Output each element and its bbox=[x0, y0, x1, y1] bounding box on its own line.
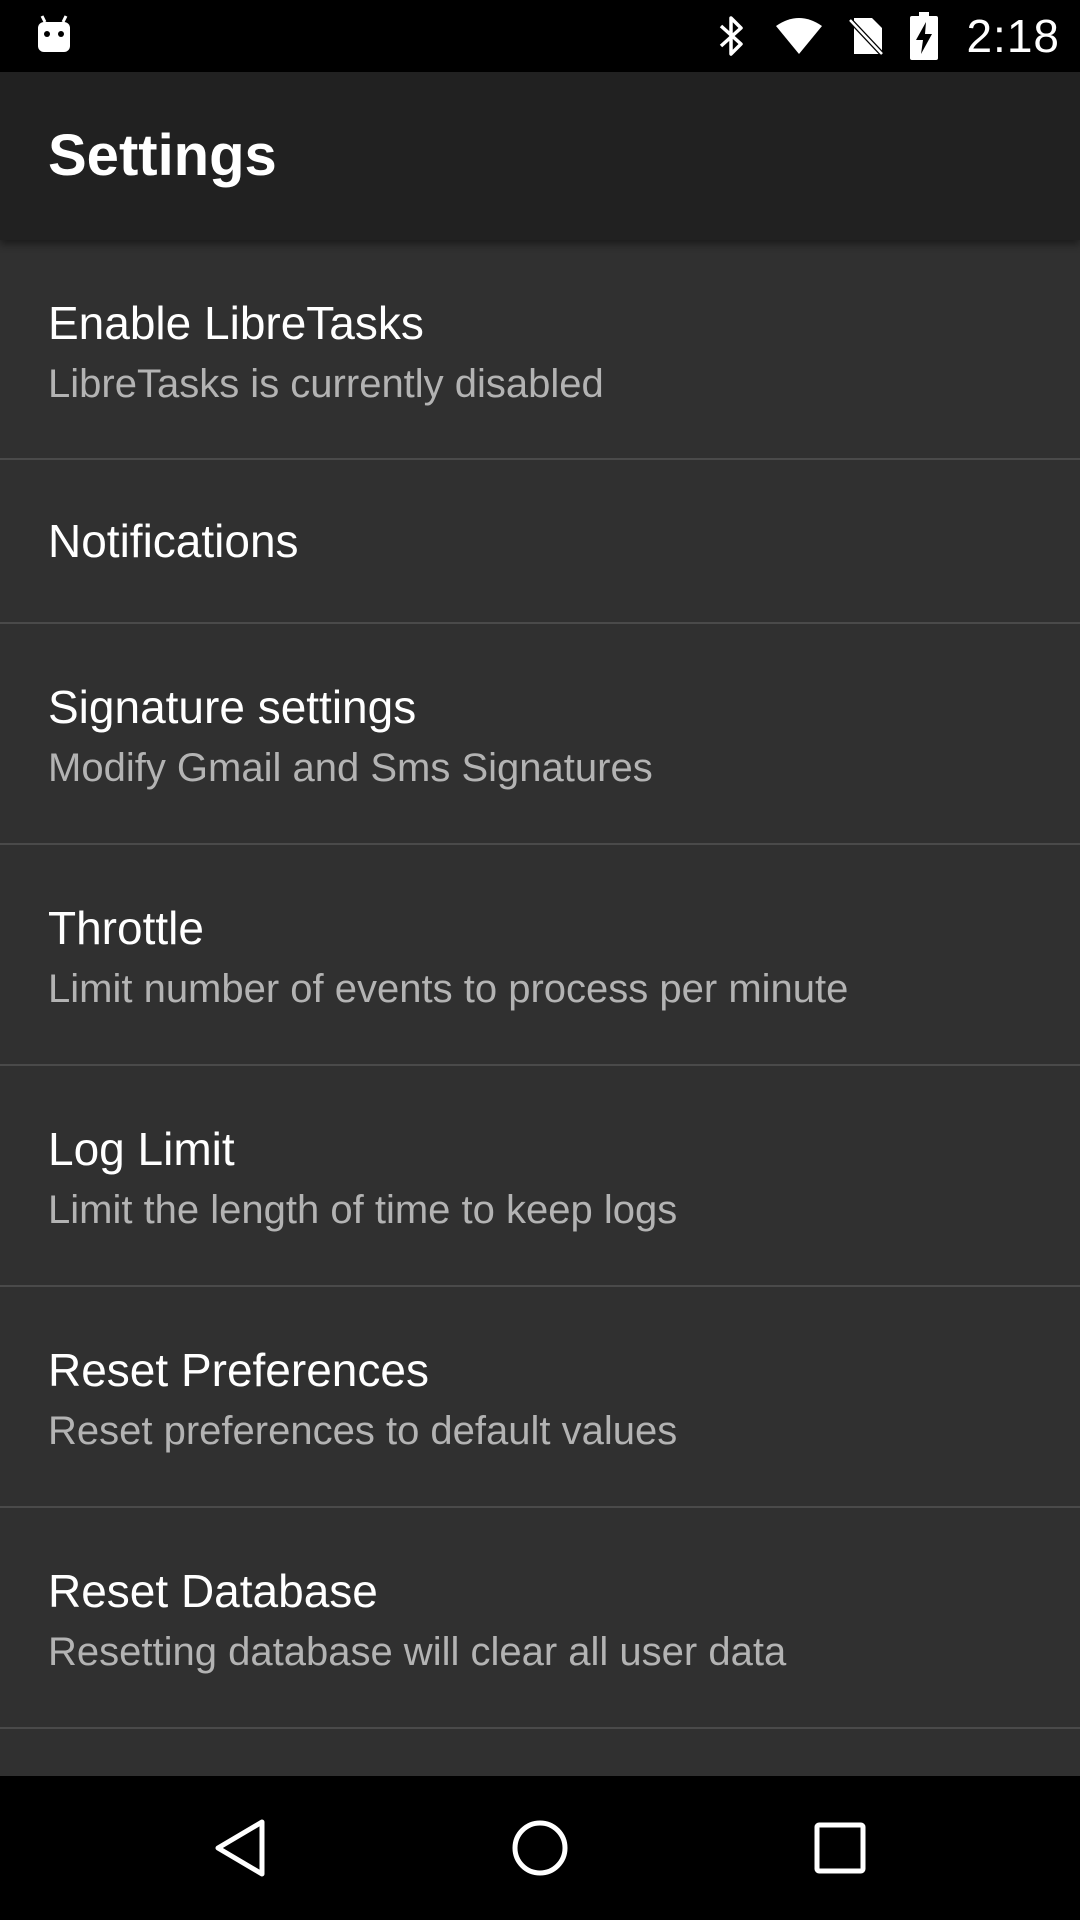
settings-screen: 2:18 Settings Enable LibreTasks LibreTas… bbox=[0, 0, 1080, 1920]
pref-title: Throttle bbox=[48, 902, 204, 954]
app-bar: Settings bbox=[0, 72, 1080, 240]
pref-summary: Resetting database will clear all user d… bbox=[48, 1630, 787, 1674]
pref-title: Log Limit bbox=[48, 1123, 235, 1175]
home-button[interactable] bbox=[504, 1812, 576, 1884]
home-icon bbox=[512, 1820, 568, 1876]
recents-button[interactable] bbox=[804, 1812, 876, 1884]
pref-item-log-limit[interactable]: Log Limit Limit the length of time to ke… bbox=[0, 1066, 1080, 1287]
page-title: Settings bbox=[48, 123, 277, 188]
recents-icon bbox=[814, 1822, 866, 1874]
android-notification-icon bbox=[34, 14, 74, 56]
no-sim-icon bbox=[846, 14, 886, 58]
pref-item-reset-database[interactable]: Reset Database Resetting database will c… bbox=[0, 1508, 1080, 1729]
pref-item-enable-libretasks[interactable]: Enable LibreTasks LibreTasks is currentl… bbox=[0, 240, 1080, 460]
pref-title: Enable LibreTasks bbox=[48, 297, 424, 349]
pref-item-reset-preferences[interactable]: Reset Preferences Reset preferences to d… bbox=[0, 1287, 1080, 1508]
status-bar: 2:18 bbox=[0, 0, 1080, 72]
pref-summary: Reset preferences to default values bbox=[48, 1409, 678, 1453]
pref-item-notifications[interactable]: Notifications bbox=[0, 460, 1080, 624]
pref-summary: Limit the length of time to keep logs bbox=[48, 1188, 678, 1232]
bluetooth-icon bbox=[712, 14, 752, 58]
back-icon bbox=[215, 1819, 265, 1877]
pref-summary: Limit number of events to process per mi… bbox=[48, 967, 849, 1011]
navigation-bar bbox=[0, 1776, 1080, 1920]
pref-summary: Modify Gmail and Sms Signatures bbox=[48, 746, 653, 790]
pref-title: Reset Database bbox=[48, 1565, 378, 1617]
pref-title: Reset Preferences bbox=[48, 1344, 429, 1396]
pref-title: Notifications bbox=[48, 515, 299, 567]
pref-summary: LibreTasks is currently disabled bbox=[48, 362, 604, 406]
back-button[interactable] bbox=[204, 1812, 276, 1884]
status-icons: 2:18 bbox=[712, 0, 1060, 72]
pref-title: Signature settings bbox=[48, 681, 417, 733]
wifi-icon bbox=[774, 14, 824, 58]
status-time: 2:18 bbox=[966, 10, 1060, 62]
pref-item-signature-settings[interactable]: Signature settings Modify Gmail and Sms … bbox=[0, 624, 1080, 845]
battery-charging-icon bbox=[908, 12, 940, 60]
preferences-list: Enable LibreTasks LibreTasks is currentl… bbox=[0, 240, 1080, 1776]
pref-item-throttle[interactable]: Throttle Limit number of events to proce… bbox=[0, 845, 1080, 1066]
